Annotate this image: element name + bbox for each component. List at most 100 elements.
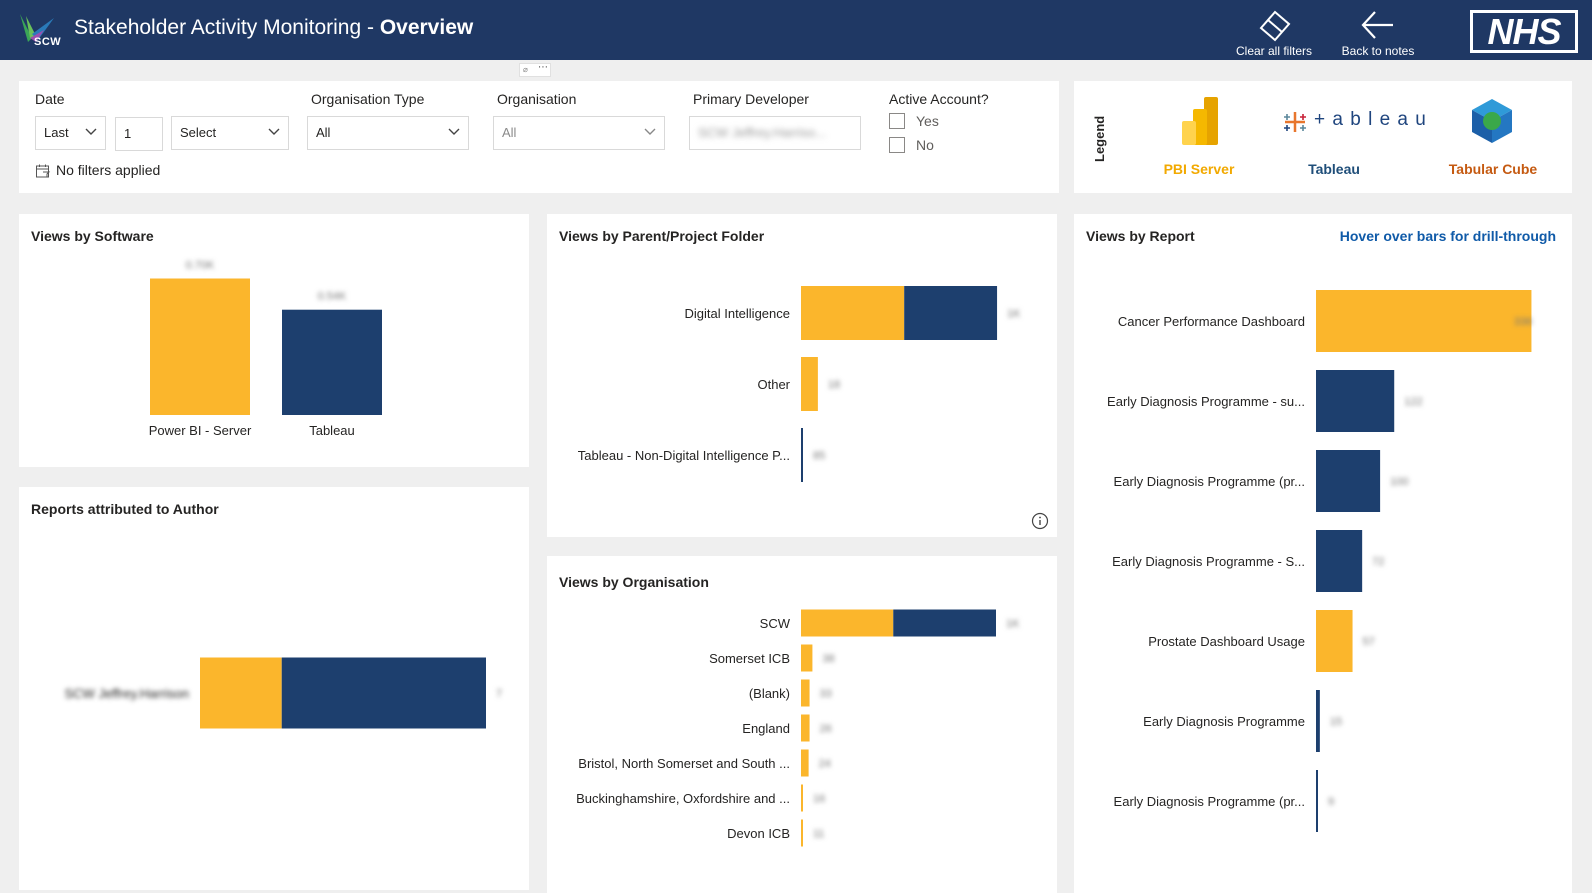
views-by-organisation-panel: Views by Organisation SCW 1K Somerset ICB 3… xyxy=(547,556,1057,893)
report-data-label: 100 xyxy=(1390,476,1408,488)
tableau-wordmark: + a b l e a u xyxy=(1314,109,1427,130)
report-tick-label: Early Diagnosis Programme (pr... xyxy=(1114,474,1305,489)
author-bar xyxy=(200,657,282,729)
date-mode-select[interactable]: Last xyxy=(35,116,106,150)
folder-data-label: 1K xyxy=(1007,308,1021,320)
tableau-icon xyxy=(1284,112,1306,132)
software-data-label: 0.70K xyxy=(186,260,215,272)
folder-tick-label: Digital Intelligence xyxy=(684,306,790,321)
folder-bar xyxy=(801,357,818,411)
views-by-folder-chart: Digital Intelligence 1K Other 18 Tableau - N… xyxy=(578,286,1021,482)
org-data-label: 24 xyxy=(819,758,831,770)
org-tick-label: Buckinghamshire, Oxfordshire and ... xyxy=(576,791,790,806)
date-unit-value: Select xyxy=(180,125,217,140)
header-bar: SCW Stakeholder Activity Monitoring - Ov… xyxy=(0,0,1592,60)
views-by-organisation-chart: SCW 1K Somerset ICB 38 (Blank) 33 England 26 Bri… xyxy=(576,609,1020,847)
folder-tick-label: Tableau - Non-Digital Intelligence P... xyxy=(578,448,790,463)
folder-tick-label: Other xyxy=(757,377,790,392)
primary-dev-value: SCW Jeffrey.Harriso... xyxy=(698,125,827,140)
views-by-folder-panel: Views by Parent/Project Folder Digital I… xyxy=(547,214,1057,537)
active-no-checkbox[interactable] xyxy=(889,137,905,153)
folder-bar xyxy=(801,428,803,482)
software-bar xyxy=(282,309,382,415)
org-tick-label: (Blank) xyxy=(749,686,790,701)
org-tick-label: SCW xyxy=(760,616,791,631)
primary-dev-select[interactable]: SCW Jeffrey.Harriso... xyxy=(689,116,861,150)
org-tick-label: England xyxy=(742,721,790,736)
author-tick-label: SCW Jeffrey.Harrison xyxy=(65,686,190,701)
report-bar xyxy=(1316,370,1395,432)
org-data-label: 1K xyxy=(1006,618,1020,630)
report-data-label: 72 xyxy=(1372,556,1384,568)
legend-tableau: Tableau xyxy=(1308,161,1360,177)
org-type-value: All xyxy=(316,125,331,140)
org-select[interactable]: All xyxy=(493,116,665,150)
chevron-down-icon xyxy=(644,128,656,135)
legend-panel: Legend PBI Server + a b l e a u Tableau … xyxy=(1074,81,1572,193)
date-unit-select[interactable]: Select xyxy=(171,116,289,150)
views-by-software-chart: 0.70K Power BI - Server 0.54K Tableau xyxy=(149,260,382,438)
active-account-label: Active Account? xyxy=(889,91,989,107)
nhs-logo-text: NHS xyxy=(1487,11,1561,52)
primary-dev-label: Primary Developer xyxy=(693,91,809,107)
report-bar xyxy=(1316,770,1318,832)
chevron-down-icon xyxy=(85,128,97,135)
report-data-label: 122 xyxy=(1404,396,1422,408)
pbi-server-icon xyxy=(1182,97,1218,145)
date-label: Date xyxy=(35,91,65,107)
report-data-label: 9 xyxy=(1328,796,1334,808)
software-tick-label: Tableau xyxy=(309,423,355,438)
views-by-report-panel: Views by Report Hover over bars for dril… xyxy=(1074,214,1572,893)
legend-label: Legend xyxy=(1092,115,1107,162)
report-tick-label: Early Diagnosis Programme - S... xyxy=(1112,554,1305,569)
folder-data-label: 18 xyxy=(828,379,840,391)
nhs-logo: NHS xyxy=(1470,10,1578,53)
active-yes-label: Yes xyxy=(916,113,939,129)
reports-by-author-panel: Reports attributed to Author SCW Jeffrey… xyxy=(19,487,529,890)
info-icon[interactable] xyxy=(1031,512,1049,530)
report-data-label: 15 xyxy=(1330,716,1342,728)
org-tick-label: Bristol, North Somerset and South ... xyxy=(578,756,790,771)
active-yes-checkbox[interactable] xyxy=(889,113,905,129)
org-bar xyxy=(801,749,809,777)
org-bar xyxy=(893,609,996,637)
folder-bar xyxy=(801,286,905,340)
visual-toolbar[interactable]: ⌀ ⋯ xyxy=(519,62,551,77)
more-options-icon[interactable]: ⋯ xyxy=(538,62,548,73)
org-bar xyxy=(801,679,810,707)
report-bar xyxy=(1316,450,1381,512)
org-data-label: 38 xyxy=(822,653,834,665)
back-to-notes-button[interactable]: Back to notes xyxy=(1330,6,1426,58)
org-data-label: 33 xyxy=(820,688,832,700)
org-type-select[interactable]: All xyxy=(307,116,469,150)
org-data-label: 11 xyxy=(813,828,824,840)
org-data-label: 26 xyxy=(820,723,832,735)
views-by-software-panel: Views by Software 0.70K Power BI - Server… xyxy=(19,214,529,467)
org-value: All xyxy=(502,125,517,140)
date-count-input[interactable]: 1 xyxy=(115,117,163,151)
pin-icon[interactable]: ⌀ xyxy=(523,65,528,74)
report-tick-label: Early Diagnosis Programme (pr... xyxy=(1114,794,1305,809)
software-data-label: 0.54K xyxy=(318,291,347,303)
org-bar xyxy=(801,644,813,672)
org-type-label: Organisation Type xyxy=(311,91,425,107)
clear-filters-label: Clear all filters xyxy=(1235,44,1313,58)
arrow-left-icon xyxy=(1361,11,1393,39)
org-bar xyxy=(801,609,894,637)
clear-filters-button[interactable]: Clear all filters xyxy=(1226,6,1322,58)
tabular-cube-icon xyxy=(1472,99,1512,143)
author-bar xyxy=(281,657,486,729)
folder-data-label: 85 xyxy=(813,450,825,462)
legend-pbi-server: PBI Server xyxy=(1163,161,1235,177)
eraser-icon xyxy=(1259,10,1291,42)
report-tick-label: Prostate Dashboard Usage xyxy=(1148,634,1305,649)
org-tick-label: Somerset ICB xyxy=(709,651,790,666)
reports-by-author-chart: SCW Jeffrey.Harrison 7 xyxy=(65,657,502,729)
report-bar xyxy=(1316,610,1353,672)
active-no-label: No xyxy=(916,137,934,153)
report-data-label: 336 xyxy=(1514,316,1532,328)
report-tick-label: Cancer Performance Dashboard xyxy=(1118,314,1305,329)
filter-panel: Date Last 1 Select No filters applied Or… xyxy=(19,81,1059,193)
views-by-report-chart: Cancer Performance Dashboard 336 Early Dia… xyxy=(1107,290,1532,832)
chevron-down-icon xyxy=(448,128,460,135)
